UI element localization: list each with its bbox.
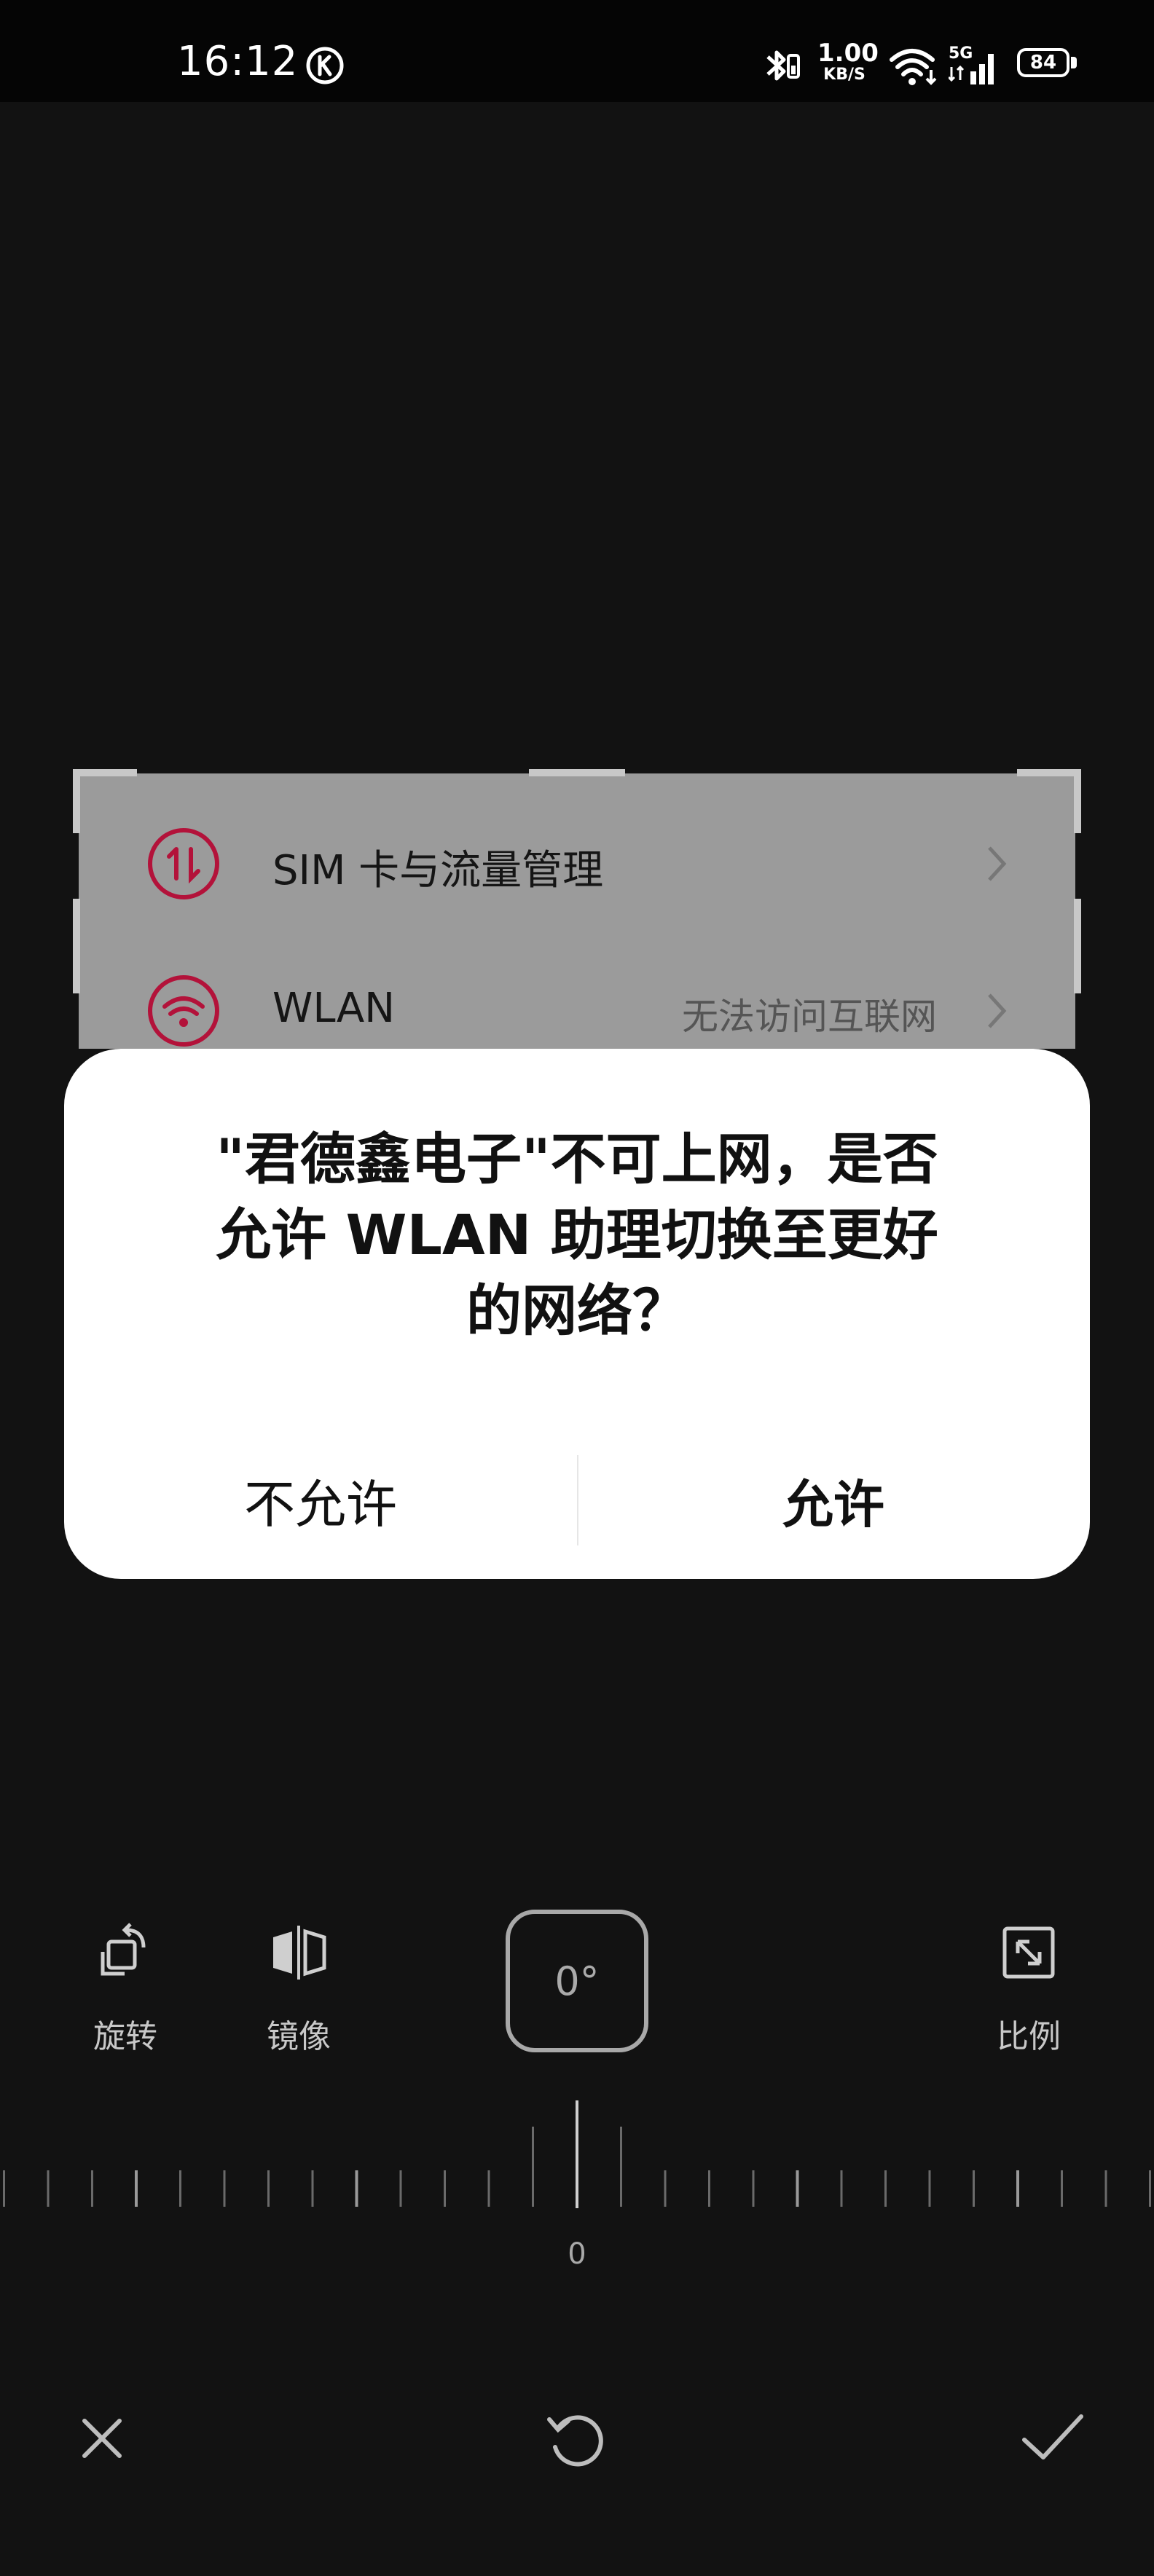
wifi-icon bbox=[890, 49, 937, 85]
crop-handle-top-left[interactable] bbox=[73, 769, 137, 776]
close-icon[interactable] bbox=[58, 2395, 146, 2482]
confirm-check-icon[interactable] bbox=[1008, 2395, 1096, 2482]
chevron-right-icon bbox=[988, 846, 1007, 881]
deny-button[interactable]: 不允许 bbox=[64, 1449, 577, 1551]
rotate-icon bbox=[101, 1923, 146, 1976]
k-app-icon bbox=[306, 47, 344, 84]
battery-tip bbox=[1071, 57, 1077, 68]
mirror-tool[interactable]: 镜像 bbox=[240, 1920, 357, 2057]
mirror-icon bbox=[273, 1926, 326, 1980]
wlan-assistant-dialog: "君德鑫电子"不可上网，是否允许 WLAN 助理切换至更好的网络？ 不允许 允许 bbox=[64, 1049, 1090, 1579]
mirror-label: 镜像 bbox=[267, 2018, 331, 2055]
crop-handle-left-middle[interactable] bbox=[73, 899, 80, 993]
ratio-label: 比例 bbox=[997, 2018, 1061, 2055]
crop-handle-top-right-vertical[interactable] bbox=[1074, 769, 1081, 833]
crop-preview-image[interactable]: SIM 卡与流量管理 WLAN 无法访问互联网 bbox=[79, 773, 1075, 1049]
status-time: 16:12 bbox=[177, 38, 299, 85]
status-bar: 16:12 1.00 KB/S 5G 84 bbox=[0, 0, 1154, 102]
aspect-ratio-icon bbox=[1002, 1926, 1055, 1979]
reset-icon[interactable] bbox=[532, 2395, 619, 2482]
dialog-message: "君德鑫电子"不可上网，是否允许 WLAN 助理切换至更好的网络？ bbox=[216, 1127, 938, 1343]
angle-ruler-slider[interactable] bbox=[0, 2098, 1154, 2214]
bluetooth-icon bbox=[766, 50, 800, 81]
ratio-tool[interactable]: 比例 bbox=[970, 1920, 1087, 2057]
chevron-right-icon bbox=[988, 993, 1007, 1028]
preview-row-value: 无法访问互联网 bbox=[682, 996, 937, 1038]
crop-handle-right-middle[interactable] bbox=[1074, 899, 1081, 993]
preview-row-label: SIM 卡与流量管理 bbox=[272, 847, 604, 894]
preview-row-sim: SIM 卡与流量管理 bbox=[79, 791, 1075, 937]
rotate-tool[interactable]: 旋转 bbox=[67, 1920, 184, 2057]
wifi-icon bbox=[148, 975, 219, 1047]
network-type-label: 5G bbox=[949, 44, 973, 63]
network-speed: 1.00 KB/S bbox=[817, 39, 879, 84]
crop-handle-top-left-vertical[interactable] bbox=[73, 769, 80, 833]
rotate-label: 旋转 bbox=[93, 2018, 157, 2055]
crop-handle-top-center[interactable] bbox=[529, 769, 625, 776]
allow-button[interactable]: 允许 bbox=[577, 1449, 1090, 1551]
ruler-zero-label: 0 bbox=[568, 2237, 586, 2271]
speed-unit: KB/S bbox=[823, 66, 865, 84]
preview-row-label: WLAN bbox=[272, 985, 396, 1032]
crop-handle-top-right[interactable] bbox=[1017, 769, 1081, 776]
signal-5g-icon: 5G bbox=[949, 44, 994, 84]
preview-row-wlan: WLAN 无法访问互联网 bbox=[79, 938, 1075, 1049]
angle-indicator[interactable]: 0° bbox=[506, 1910, 648, 2052]
battery-indicator: 84 bbox=[1017, 48, 1078, 80]
speed-value: 1.00 bbox=[817, 39, 879, 68]
battery-level: 84 bbox=[1017, 48, 1069, 77]
sim-data-icon bbox=[148, 828, 219, 899]
